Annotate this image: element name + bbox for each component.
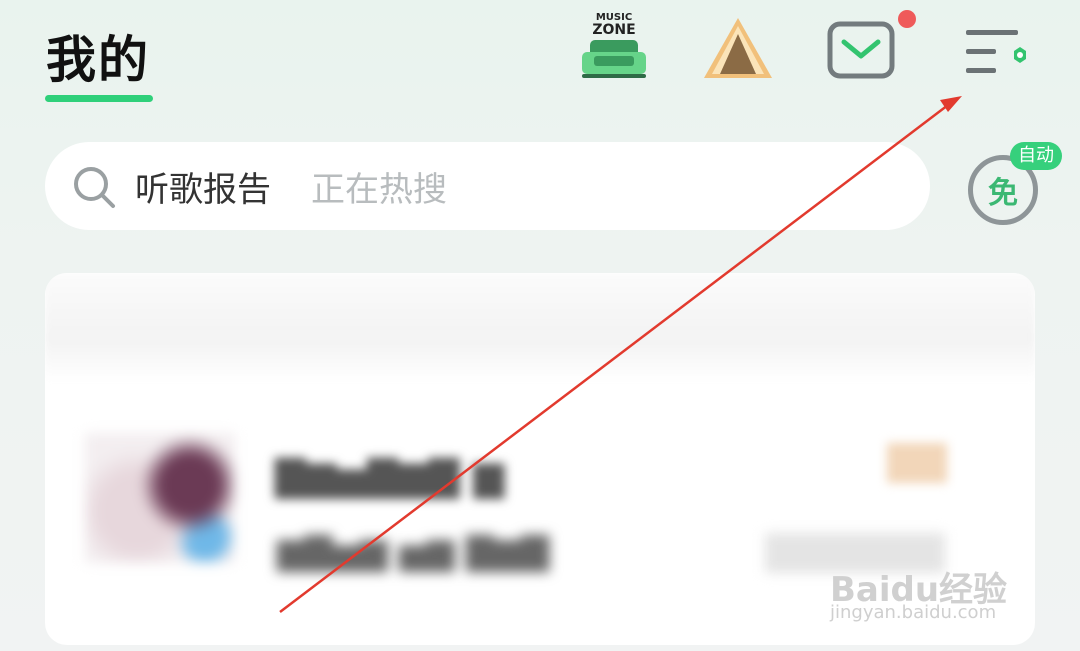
annotation-arrow <box>279 96 962 613</box>
watermark-sub: jingyan.baidu.com <box>830 602 997 623</box>
watermark: Baidu经验 jingyan.baidu.com <box>830 562 1030 632</box>
